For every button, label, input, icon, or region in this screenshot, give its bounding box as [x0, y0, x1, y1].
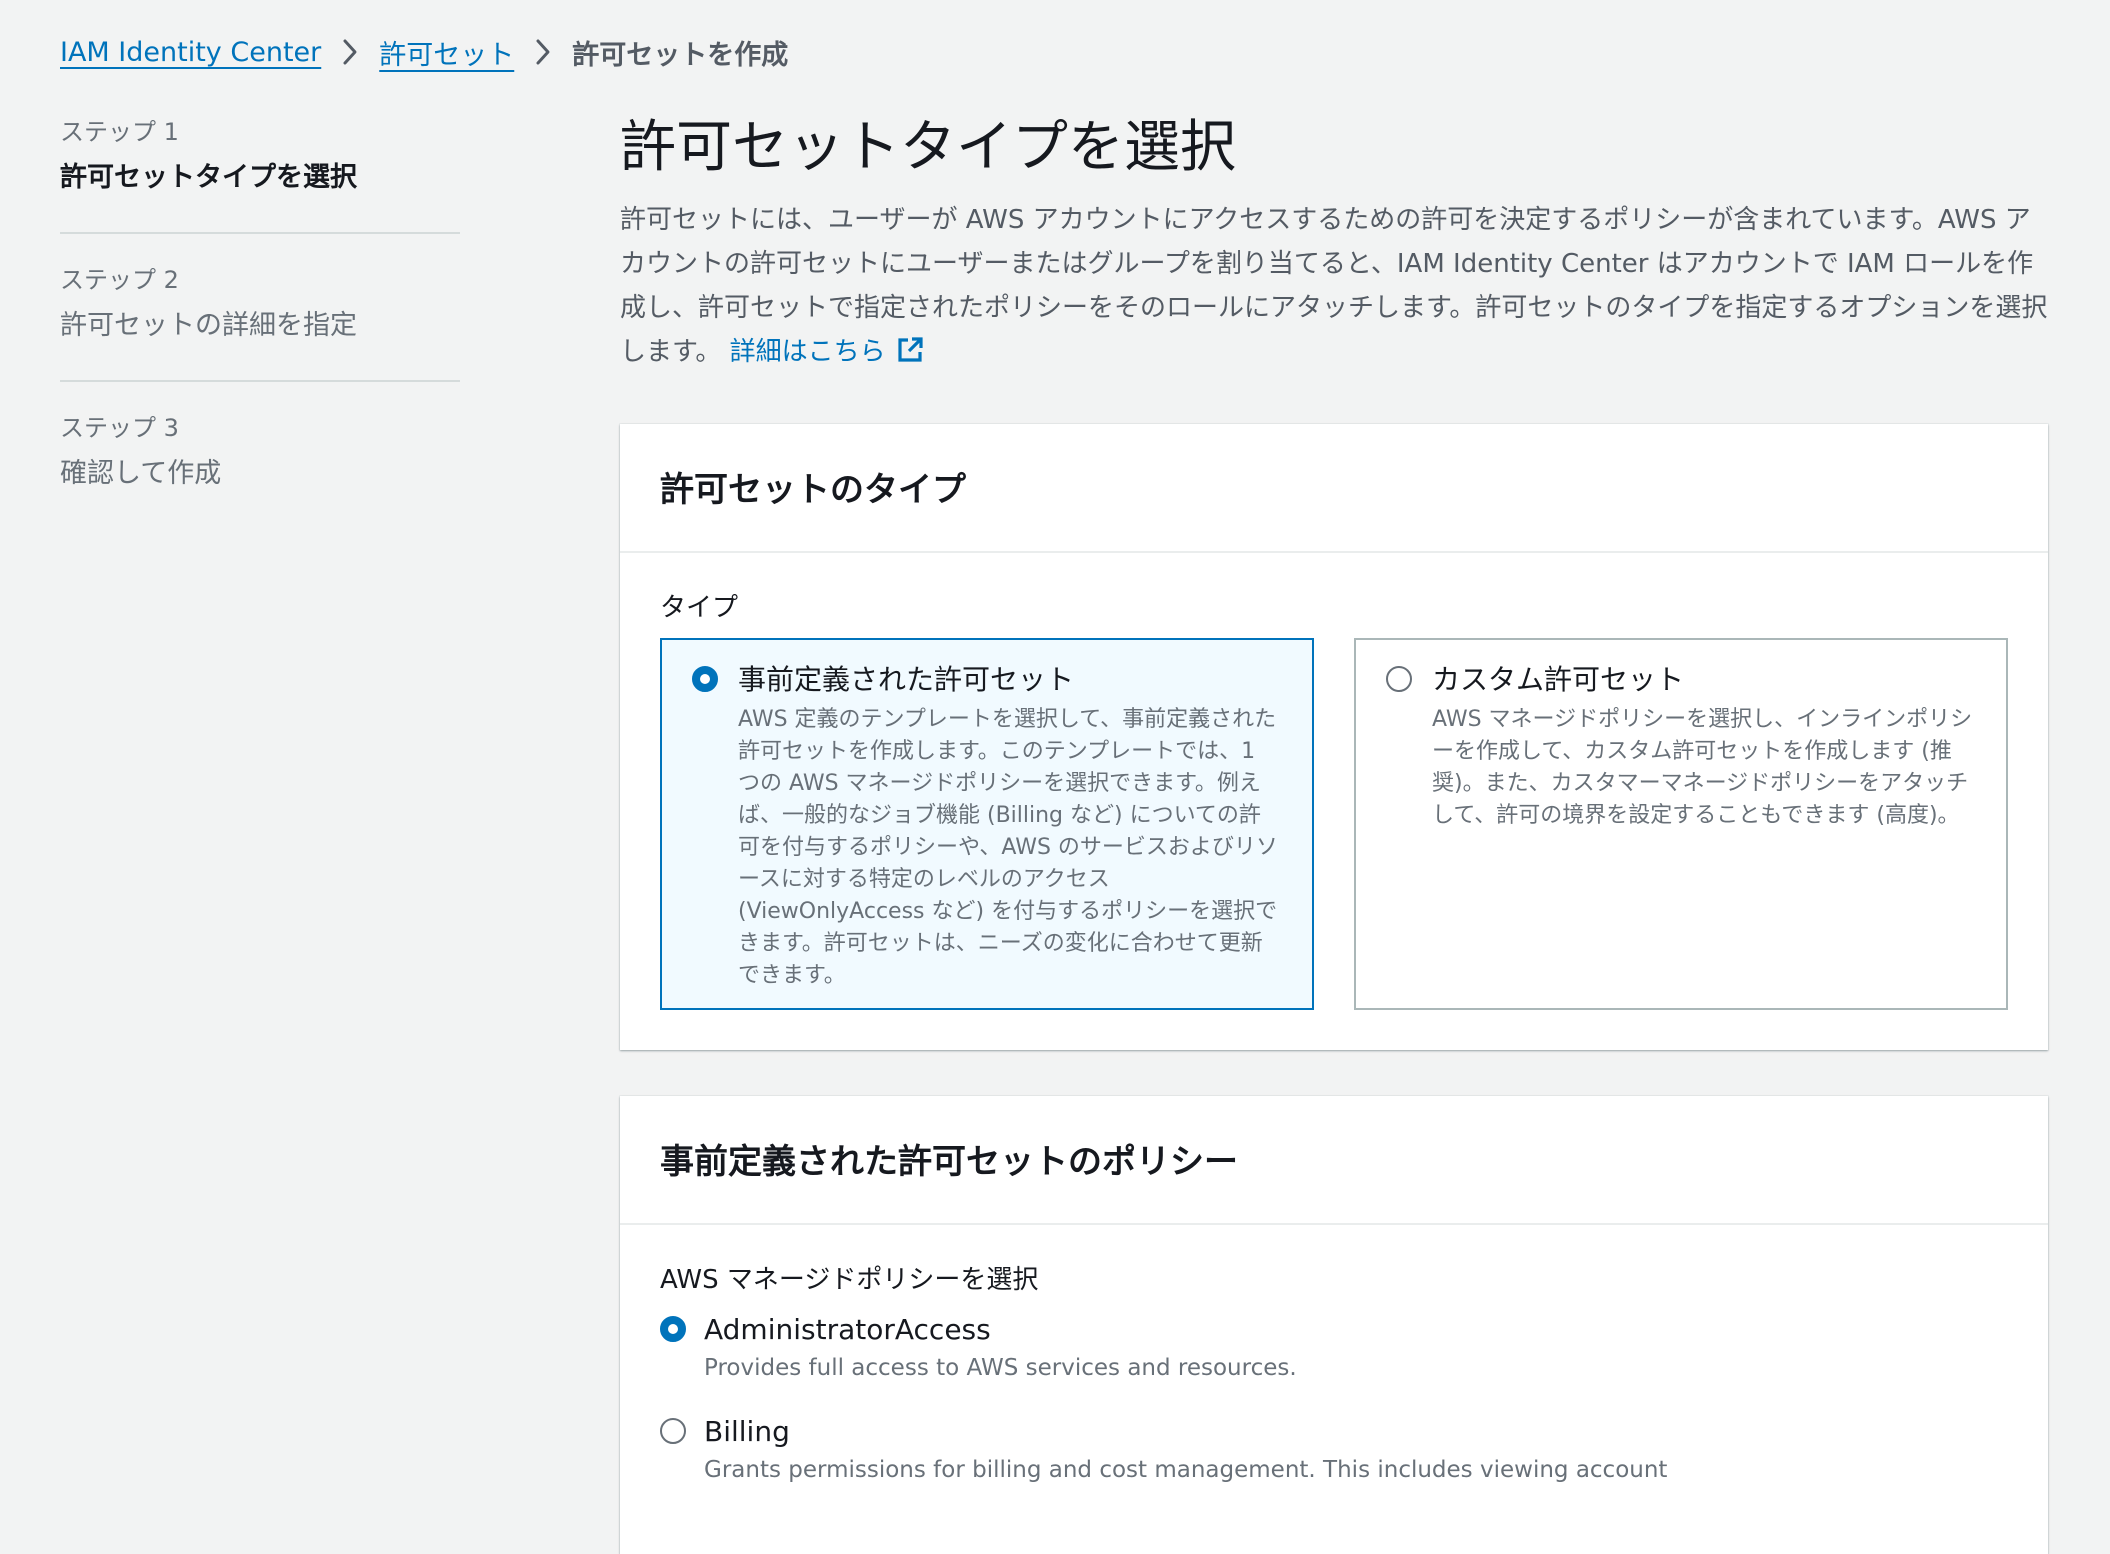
- policy-option-administratoraccess[interactable]: AdministratorAccess Provides full access…: [660, 1310, 2008, 1386]
- chevron-right-icon: [341, 38, 359, 66]
- option-description: Provides full access to AWS services and…: [704, 1355, 1297, 1381]
- tile-custom-permission-set[interactable]: カスタム許可セット AWS マネージドポリシーを選択し、インラインポリシーを作成…: [1354, 638, 2008, 1010]
- breadcrumb-link-permission-sets[interactable]: 許可セット: [379, 33, 514, 72]
- step-title: 許可セットの詳細を指定: [60, 310, 357, 341]
- type-tiles: 事前定義された許可セット AWS 定義のテンプレートを選択して、事前定義された許…: [660, 638, 2008, 1010]
- step-number: ステップ 2: [60, 266, 179, 294]
- tile-text: 事前定義された許可セット AWS 定義のテンプレートを選択して、事前定義された許…: [738, 660, 1282, 992]
- breadcrumb-current: 許可セットを作成: [572, 39, 789, 71]
- main-content: 許可セットタイプを選択 許可セットには、ユーザーが AWS アカウントにアクセス…: [620, 112, 2048, 1554]
- option-text: Billing Grants permissions for billing a…: [704, 1412, 1667, 1488]
- learn-more-label: 詳細はこちら: [729, 337, 886, 367]
- step-1: ステップ 1 許可セットタイプを選択: [60, 112, 460, 234]
- radio-button-unchecked[interactable]: [660, 1418, 686, 1444]
- panel-header: 事前定義された許可セットのポリシー: [620, 1096, 2048, 1225]
- tile-title: 事前定義された許可セット: [738, 663, 1075, 696]
- policy-option-billing[interactable]: Billing Grants permissions for billing a…: [660, 1412, 2008, 1488]
- type-field-label: タイプ: [660, 593, 739, 623]
- page-description: 許可セットには、ユーザーが AWS アカウントにアクセスするための許可を決定する…: [620, 198, 2048, 378]
- panel-header: 許可セットのタイプ: [620, 424, 2048, 553]
- chevron-right-icon: [534, 38, 552, 66]
- policy-field-label: AWS マネージドポリシーを選択: [660, 1265, 1039, 1295]
- tile-title: カスタム許可セット: [1432, 663, 1685, 696]
- radio-button-checked[interactable]: [660, 1316, 686, 1342]
- learn-more-link[interactable]: 詳細はこちら: [730, 337, 924, 367]
- radio-button-checked[interactable]: [692, 666, 718, 692]
- page-title: 許可セットタイプを選択: [620, 115, 1236, 180]
- permission-set-type-panel: 許可セットのタイプ タイプ 事前定義された許可セット AWS 定義のテンプレート…: [620, 424, 2048, 1050]
- tile-predefined-permission-set[interactable]: 事前定義された許可セット AWS 定義のテンプレートを選択して、事前定義された許…: [660, 638, 1314, 1010]
- tile-description: AWS 定義のテンプレートを選択して、事前定義された許可セットを作成します。この…: [738, 707, 1278, 988]
- step-title: 許可セットタイプを選択: [60, 162, 357, 193]
- tile-description: AWS マネージドポリシーを選択し、インラインポリシーを作成して、カスタム許可セ…: [1432, 707, 1973, 828]
- wizard-steps: ステップ 1 許可セットタイプを選択 ステップ 2 許可セットの詳細を指定 ステ…: [60, 112, 460, 554]
- breadcrumb: IAM Identity Center 許可セット 許可セットを作成: [60, 30, 788, 74]
- predefined-policy-panel: 事前定義された許可セットのポリシー AWS マネージドポリシーを選択 Admin…: [620, 1096, 2048, 1554]
- panel-body: AWS マネージドポリシーを選択 AdministratorAccess Pro…: [620, 1225, 2048, 1554]
- option-title: Billing: [704, 1415, 790, 1448]
- radio-button-unchecked[interactable]: [1386, 666, 1412, 692]
- option-text: AdministratorAccess Provides full access…: [704, 1310, 1297, 1386]
- breadcrumb-link-iam-identity-center[interactable]: IAM Identity Center: [60, 37, 321, 68]
- step-title: 確認して作成: [60, 458, 222, 489]
- tile-text: カスタム許可セット AWS マネージドポリシーを選択し、インラインポリシーを作成…: [1432, 660, 1976, 832]
- step-3: ステップ 3 確認して作成: [60, 408, 460, 528]
- option-title: AdministratorAccess: [704, 1313, 991, 1346]
- step-number: ステップ 1: [60, 118, 179, 146]
- external-link-icon: [896, 334, 924, 378]
- panel-body: タイプ 事前定義された許可セット AWS 定義のテンプレートを選択して、事前定義…: [620, 553, 2048, 1050]
- step-number: ステップ 3: [60, 414, 179, 442]
- step-2: ステップ 2 許可セットの詳細を指定: [60, 260, 460, 382]
- option-description: Grants permissions for billing and cost …: [704, 1457, 1668, 1483]
